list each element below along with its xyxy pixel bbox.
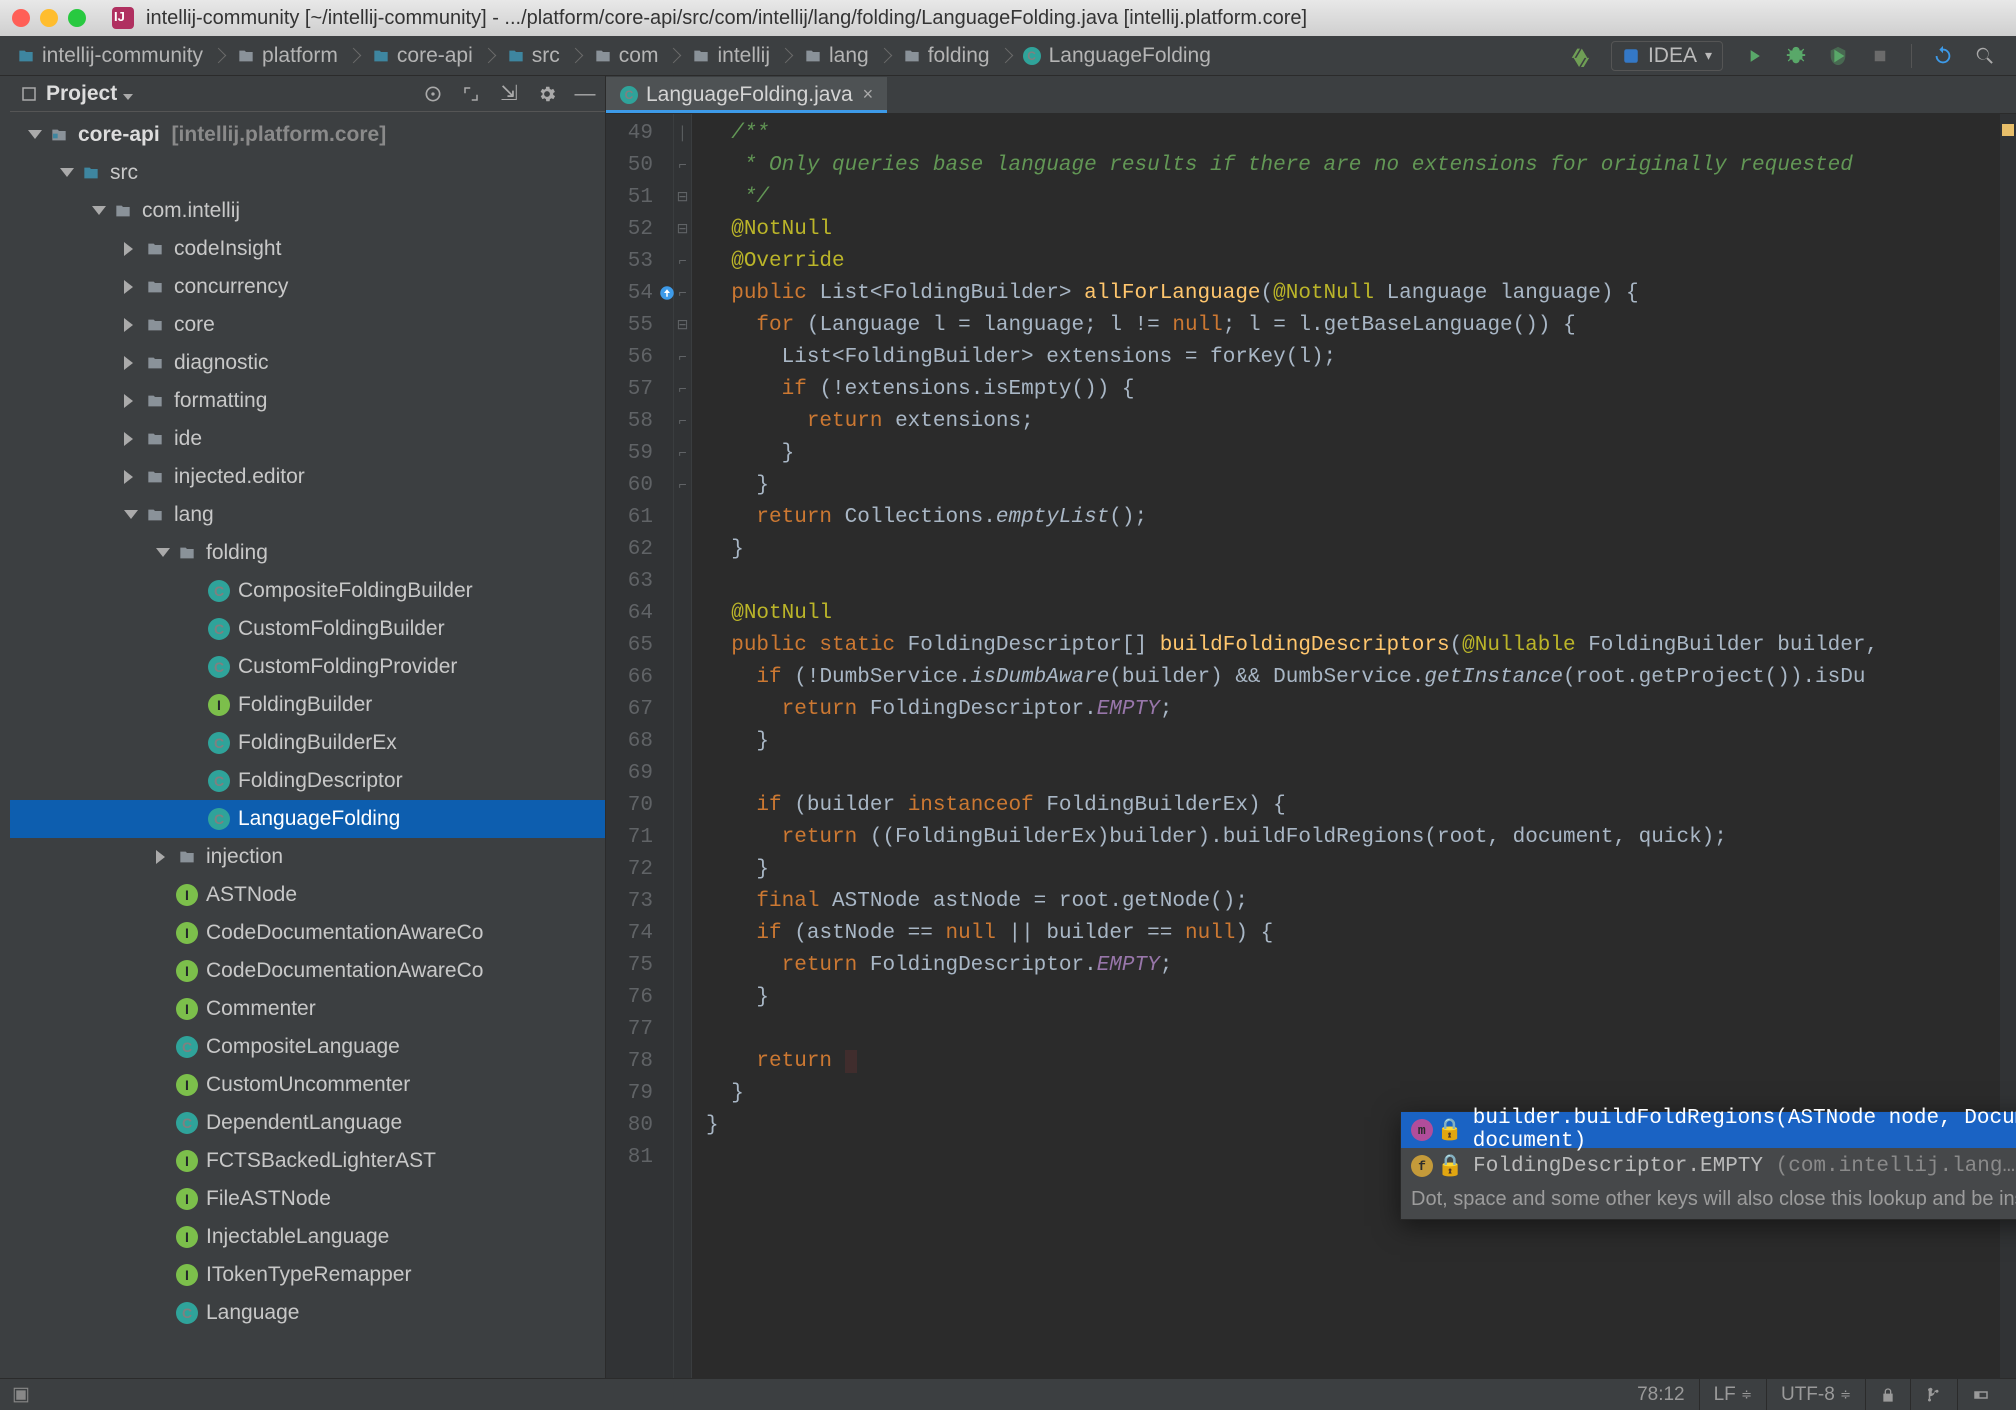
completion-popup[interactable]: m🔒builder.buildFoldRegions(ASTNode node,… [1400,1111,2016,1220]
tree-node-customuncommenter[interactable]: ICustomUncommenter [10,1066,605,1104]
tree-node-fileastnode[interactable]: IFileASTNode [10,1180,605,1218]
tree-node-folding[interactable]: folding [10,534,605,572]
tree-node-customfoldingbuilder[interactable]: CCustomFoldingBuilder [10,610,605,648]
tree-node-foldingbuilderex[interactable]: CFoldingBuilderEx [10,724,605,762]
expand-all-icon[interactable] [461,84,481,104]
breadcrumb-folding[interactable]: folding [896,44,1017,68]
chevron-down-icon: ▾ [1705,47,1712,64]
readonly-lock-icon[interactable] [1865,1379,1910,1410]
tree-node-formatting[interactable]: formatting [10,382,605,420]
tree-node-core[interactable]: core [10,306,605,344]
breadcrumb-intellij-community[interactable]: intellij-community [10,44,230,68]
tree-node-injectablelanguage[interactable]: IInjectableLanguage [10,1218,605,1256]
breadcrumb-core-api[interactable]: core-api [365,44,500,68]
tree-node-customfoldingprovider[interactable]: CCustomFoldingProvider [10,648,605,686]
memory-indicator-icon[interactable] [1957,1379,2004,1410]
tree-node-codeinsight[interactable]: codeInsight [10,230,605,268]
update-project-icon[interactable] [1930,43,1956,69]
editor-tabs: C LanguageFolding.java × [606,76,2016,114]
breadcrumb-languagefolding[interactable]: CLanguageFolding [1017,44,1217,68]
inspection-indicator[interactable] [2002,124,2014,136]
breadcrumb-platform[interactable]: platform [230,44,365,68]
locate-icon[interactable] [423,84,443,104]
run-configuration-selector[interactable]: IDEA ▾ [1611,41,1723,71]
tree-node-concurrency[interactable]: concurrency [10,268,605,306]
tree-node-injection[interactable]: injection [10,838,605,876]
macos-titlebar: intellij-community [~/intellij-community… [0,0,2016,36]
gear-icon[interactable] [537,84,557,104]
fold-gutter[interactable]: │ ⌐ ⊟ ⊟ ⌐ ⌐ ⊟ ⌐ ⌐ ⌐ ⌐ ⌐ [674,114,692,1378]
override-gutter-icon[interactable] [658,284,676,302]
status-bar: ▣ 78:12 LF ≑ UTF-8 ≑ [0,1378,2016,1410]
completion-item[interactable]: m🔒builder.buildFoldRegions(ASTNode node,… [1401,1112,2016,1148]
breadcrumb-src[interactable]: src [500,44,587,68]
completion-hint: Dot, space and some other keys will also… [1401,1184,2016,1219]
main-split: Project ⇲ — core-api [intellij.platform.… [0,76,2016,1378]
tree-node-com-intellij[interactable]: com.intellij [10,192,605,230]
build-icon[interactable] [1567,43,1593,69]
file-encoding[interactable]: UTF-8 ≑ [1766,1379,1865,1410]
tab-label: LanguageFolding.java [646,83,853,107]
tree-node-foldingdescriptor[interactable]: CFoldingDescriptor [10,762,605,800]
tree-node-commenter[interactable]: ICommenter [10,990,605,1028]
tree-node-astnode[interactable]: IASTNode [10,876,605,914]
project-tree[interactable]: core-api [intellij.platform.core]srccom.… [10,112,605,1378]
tree-node-compositefoldingbuilder[interactable]: CCompositeFoldingBuilder [10,572,605,610]
navigation-bar: intellij-communityplatformcore-apisrccom… [0,36,2016,76]
tree-node-foldingbuilder[interactable]: IFoldingBuilder [10,686,605,724]
editor-area: C LanguageFolding.java × 49 50 51 52 53 … [606,76,2016,1378]
tree-node-core-api[interactable]: core-api [intellij.platform.core] [10,116,605,154]
code-editor[interactable]: 49 50 51 52 53 54 55 56 57 58 59 60 61 6… [606,114,2016,1378]
caret-position[interactable]: 78:12 [1623,1379,1699,1410]
tree-node-codedocumentationawareco[interactable]: ICodeDocumentationAwareCo [10,952,605,990]
hide-panel-icon[interactable]: — [575,84,595,104]
run-icon[interactable] [1741,43,1767,69]
class-icon: C [620,86,638,104]
tree-node-src[interactable]: src [10,154,605,192]
tree-node-itokentyperemapper[interactable]: IITokenTypeRemapper [10,1256,605,1294]
run-config-label: IDEA [1648,44,1697,68]
collapse-all-icon[interactable]: ⇲ [499,84,519,104]
git-branch-icon[interactable] [1910,1379,1957,1410]
coverage-icon[interactable] [1825,43,1851,69]
project-tool-window: Project ⇲ — core-api [intellij.platform.… [10,76,606,1378]
tree-node-fctsbackedlighterast[interactable]: IFCTSBackedLighterAST [10,1142,605,1180]
tree-node-language[interactable]: CLanguage [10,1294,605,1332]
intellij-logo-icon [112,7,134,29]
tree-node-lang[interactable]: lang [10,496,605,534]
left-tool-stripe[interactable] [0,76,10,1378]
line-number-gutter[interactable]: 49 50 51 52 53 54 55 56 57 58 59 60 61 6… [606,114,674,1378]
tree-node-compositelanguage[interactable]: CCompositeLanguage [10,1028,605,1066]
search-icon[interactable] [1972,43,1998,69]
breadcrumb-intellij[interactable]: intellij [685,44,797,68]
breadcrumb-com[interactable]: com [587,44,686,68]
window-minimize-button[interactable] [40,9,58,27]
tree-node-codedocumentationawareco[interactable]: ICodeDocumentationAwareCo [10,914,605,952]
project-view-selector[interactable]: Project [46,82,133,106]
line-separator[interactable]: LF ≑ [1699,1379,1766,1410]
tree-node-diagnostic[interactable]: diagnostic [10,344,605,382]
tree-node-injected-editor[interactable]: injected.editor [10,458,605,496]
window-zoom-button[interactable] [68,9,86,27]
project-header: Project ⇲ — [10,76,605,112]
close-tab-icon[interactable]: × [863,84,874,105]
completion-item[interactable]: f🔒FoldingDescriptor.EMPTY (com.intellij.… [1401,1148,2016,1184]
window-title: intellij-community [~/intellij-community… [146,7,1307,30]
stop-icon [1867,43,1893,69]
tab-languagefolding[interactable]: C LanguageFolding.java × [606,77,887,113]
tree-node-languagefolding[interactable]: CLanguageFolding [10,800,605,838]
tree-node-dependentlanguage[interactable]: CDependentLanguage [10,1104,605,1142]
debug-icon[interactable] [1783,43,1809,69]
window-close-button[interactable] [12,9,30,27]
toolwindows-toggle-icon[interactable]: ▣ [12,1383,30,1406]
tree-node-ide[interactable]: ide [10,420,605,458]
breadcrumb-lang[interactable]: lang [797,44,896,68]
